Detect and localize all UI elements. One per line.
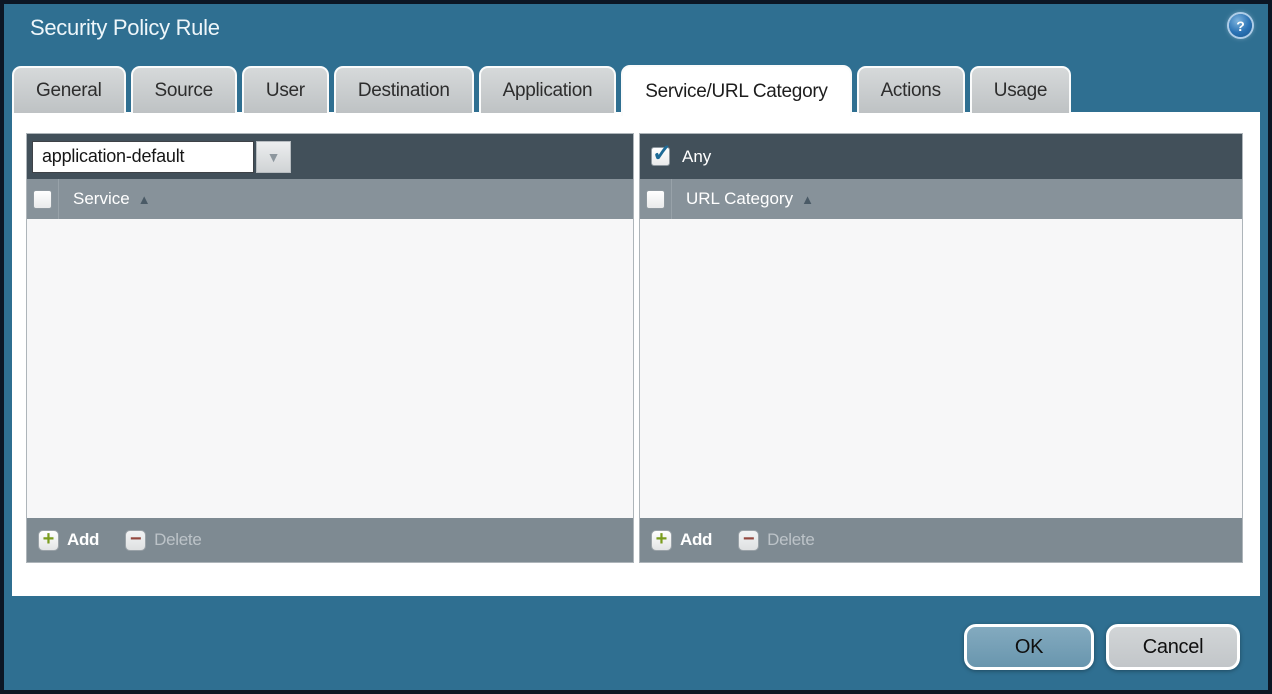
sort-ascending-icon: ▲: [138, 193, 151, 206]
tab-general[interactable]: General: [12, 66, 126, 113]
tab-destination[interactable]: Destination: [334, 66, 474, 113]
delete-icon: −: [738, 530, 759, 551]
service-column-header[interactable]: Service ▲: [73, 189, 151, 209]
service-delete-button[interactable]: − Delete: [125, 530, 201, 551]
url-category-delete-label: Delete: [767, 530, 814, 550]
tab-service-url-category[interactable]: Service/URL Category: [621, 65, 851, 116]
url-category-select-all-checkbox[interactable]: [646, 190, 665, 209]
service-panel-footer: + Add − Delete: [27, 518, 633, 562]
service-type-dropdown[interactable]: application-default ▼: [32, 141, 291, 173]
url-category-add-label: Add: [680, 530, 712, 550]
add-icon: +: [651, 530, 672, 551]
help-icon[interactable]: ?: [1229, 14, 1252, 37]
service-add-label: Add: [67, 530, 99, 550]
service-select-all-checkbox[interactable]: [33, 190, 52, 209]
url-category-column-label: URL Category: [686, 189, 793, 209]
service-column-label: Service: [73, 189, 130, 209]
tab-content-area: application-default ▼ Service ▲ +: [12, 112, 1260, 596]
url-category-table-header: URL Category ▲: [640, 179, 1242, 219]
delete-icon: −: [125, 530, 146, 551]
tab-strip: General Source User Destination Applicat…: [12, 64, 1071, 113]
service-add-button[interactable]: + Add: [38, 530, 99, 551]
ok-button[interactable]: OK: [964, 624, 1094, 670]
service-type-value[interactable]: application-default: [32, 141, 254, 173]
tab-source[interactable]: Source: [131, 66, 237, 113]
service-panel: application-default ▼ Service ▲ +: [26, 133, 634, 563]
checkmark-icon: ✓: [652, 139, 672, 168]
service-table-header: Service ▲: [27, 179, 633, 219]
url-category-table-body: [640, 219, 1242, 518]
url-category-panel-toolbar: ✓ Any: [640, 134, 1242, 179]
tab-actions[interactable]: Actions: [857, 66, 965, 113]
add-icon: +: [38, 530, 59, 551]
url-category-add-button[interactable]: + Add: [651, 530, 712, 551]
url-category-panel-footer: + Add − Delete: [640, 518, 1242, 562]
tab-usage[interactable]: Usage: [970, 66, 1071, 113]
url-category-select-all-cell: [640, 179, 672, 219]
service-panel-toolbar: application-default ▼: [27, 134, 633, 179]
dialog-title: Security Policy Rule: [30, 15, 220, 41]
chevron-down-icon: ▼: [267, 150, 281, 164]
tab-user[interactable]: User: [242, 66, 329, 113]
url-category-panel: ✓ Any URL Category ▲ + Add: [639, 133, 1243, 563]
cancel-button[interactable]: Cancel: [1106, 624, 1240, 670]
tab-application[interactable]: Application: [479, 66, 617, 113]
service-select-all-cell: [27, 179, 59, 219]
service-delete-label: Delete: [154, 530, 201, 550]
service-table-body: [27, 219, 633, 518]
url-category-column-header[interactable]: URL Category ▲: [686, 189, 814, 209]
security-policy-rule-dialog: Security Policy Rule ? General Source Us…: [0, 0, 1272, 694]
url-category-delete-button[interactable]: − Delete: [738, 530, 814, 551]
any-checkbox[interactable]: ✓: [651, 147, 670, 166]
sort-ascending-icon: ▲: [801, 193, 814, 206]
service-type-dropdown-button[interactable]: ▼: [256, 141, 291, 173]
any-checkbox-label: Any: [682, 147, 711, 167]
help-icon-glyph: ?: [1236, 18, 1245, 34]
